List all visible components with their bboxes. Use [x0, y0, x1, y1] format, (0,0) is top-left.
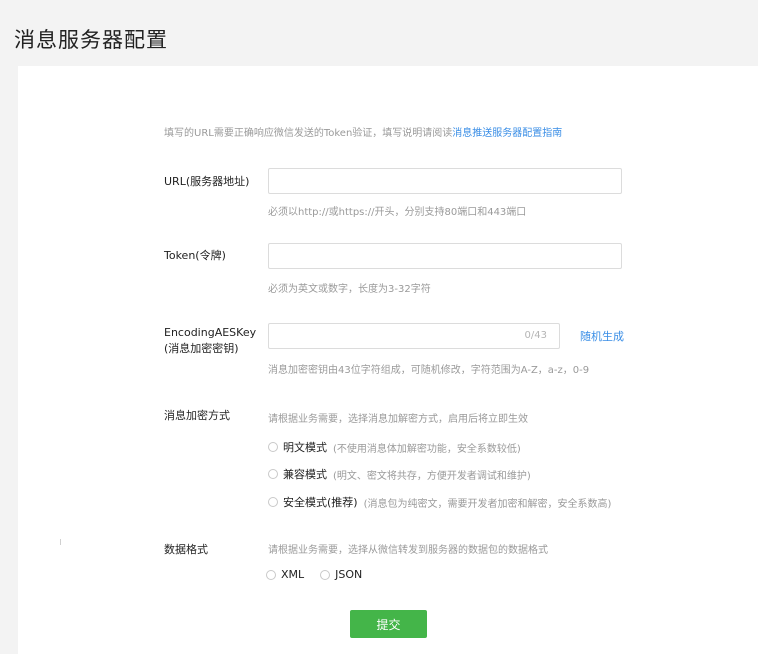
- data-format-hint: 请根据业务需要，选择从微信转发到服务器的数据包的数据格式: [268, 545, 548, 556]
- encryption-option-desc: (消息包为纯密文，需要开发者加密和解密，安全系数高): [363, 498, 612, 510]
- radio-button[interactable]: [320, 569, 331, 580]
- aeskey-label: EncodingAESKey (消息加密密钥): [164, 325, 256, 357]
- divider: [60, 539, 61, 545]
- radio-button[interactable]: [266, 569, 276, 580]
- intro-description: 填写的URL需要正确响应微信发送的Token验证，填写说明请阅读: [164, 128, 453, 139]
- token-input[interactable]: [268, 243, 622, 269]
- url-input[interactable]: [268, 168, 622, 194]
- config-card: 填写的URL需要正确响应微信发送的Token验证，填写说明请阅读消息推送服务器配…: [18, 66, 758, 654]
- encryption-option-compatible[interactable]: 兼容模式 (明文、密文将共存，方便开发者调试和维护): [268, 466, 531, 482]
- radio-button[interactable]: [268, 469, 278, 479]
- aeskey-label-line2: (消息加密密钥): [164, 342, 239, 355]
- data-format-option-label: JSON: [335, 568, 363, 581]
- aeskey-label-line1: EncodingAESKey: [164, 326, 257, 339]
- encryption-option-label: 安全模式(推荐): [283, 496, 358, 509]
- submit-button[interactable]: 提交: [350, 610, 427, 638]
- url-hint: 必须以http://或https://开头，分别支持80端口和443端口: [268, 207, 527, 218]
- url-label: URL(服务器地址): [164, 175, 250, 188]
- encryption-label: 消息加密方式: [164, 409, 230, 422]
- intro-text: 填写的URL需要正确响应微信发送的Token验证，填写说明请阅读消息推送服务器配…: [164, 124, 562, 139]
- token-hint: 必须为英文或数字，长度为3-32字符: [268, 284, 431, 295]
- encryption-option-label: 兼容模式: [283, 468, 327, 481]
- encryption-option-desc: (不使用消息体加解密功能，安全系数较低): [333, 443, 521, 455]
- data-format-option-label: XML: [281, 568, 305, 581]
- data-format-options: XML JSON: [266, 568, 378, 581]
- aeskey-counter: 0/43: [524, 330, 547, 341]
- encryption-option-label: 明文模式: [283, 441, 327, 454]
- aeskey-input[interactable]: 0/43: [268, 323, 560, 349]
- data-format-label: 数据格式: [164, 543, 208, 556]
- page-title: 消息服务器配置: [14, 28, 168, 52]
- radio-button[interactable]: [268, 442, 278, 452]
- aeskey-hint: 消息加密密钥由43位字符组成，可随机修改，字符范围为A-Z，a-z，0-9: [268, 365, 590, 376]
- token-label: Token(令牌): [164, 249, 226, 262]
- data-format-option-xml[interactable]: XML: [266, 568, 304, 581]
- encryption-option-plain[interactable]: 明文模式 (不使用消息体加解密功能，安全系数较低): [268, 439, 521, 455]
- encryption-hint: 请根据业务需要，选择消息加解密方式，启用后将立即生效: [268, 414, 528, 425]
- radio-button[interactable]: [268, 497, 278, 507]
- encryption-option-desc: (明文、密文将共存，方便开发者调试和维护): [333, 470, 531, 482]
- random-generate-link[interactable]: 随机生成: [580, 328, 624, 344]
- encryption-option-secure[interactable]: 安全模式(推荐) (消息包为纯密文，需要开发者加密和解密，安全系数高): [268, 494, 611, 510]
- guide-link[interactable]: 消息推送服务器配置指南: [452, 128, 562, 139]
- data-format-option-json[interactable]: JSON: [320, 568, 362, 581]
